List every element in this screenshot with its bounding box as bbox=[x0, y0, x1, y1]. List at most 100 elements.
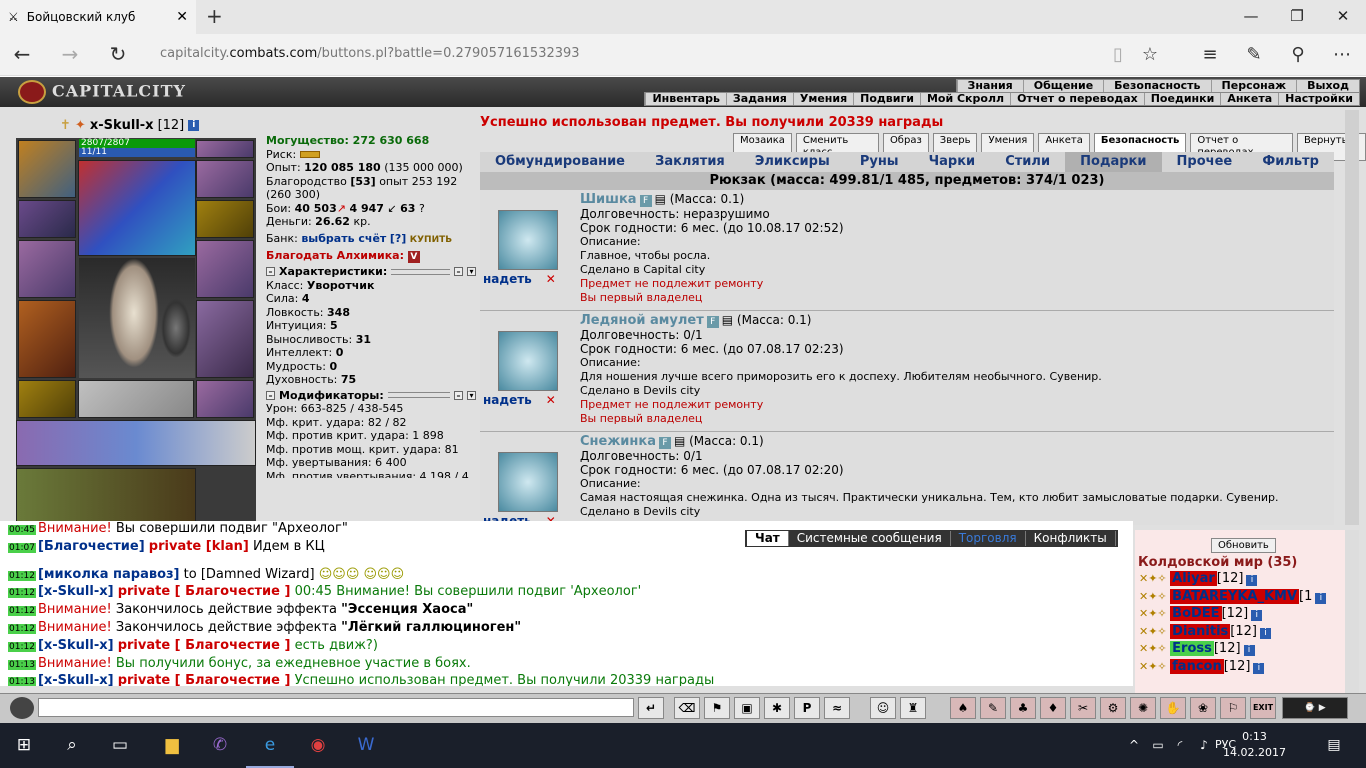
restore-icon[interactable]: ❐ bbox=[1274, 0, 1320, 34]
chat-private-tag[interactable]: private [ Благочестие ] bbox=[118, 584, 291, 599]
walk-icon[interactable]: ✱ bbox=[764, 697, 790, 719]
action-icon-1[interactable]: ♠ bbox=[950, 697, 976, 719]
chrome-icon[interactable]: ◉ bbox=[294, 723, 342, 768]
helmet-slot[interactable] bbox=[18, 140, 76, 198]
inventory-tab[interactable]: Чарки bbox=[914, 152, 991, 172]
forward-icon[interactable]: → bbox=[54, 38, 86, 70]
back-icon[interactable]: ← bbox=[6, 38, 38, 70]
belt-slot[interactable] bbox=[18, 380, 76, 418]
bank-link[interactable]: выбрать счёт bbox=[301, 232, 386, 245]
inventory-tab[interactable]: Стили bbox=[990, 152, 1065, 172]
user-info-icon[interactable]: i bbox=[1243, 645, 1255, 656]
speed-icon[interactable]: ≈ bbox=[824, 697, 850, 719]
site-logo[interactable]: CAPITALCITY bbox=[18, 80, 186, 104]
online-scrollbar[interactable] bbox=[1345, 530, 1359, 693]
character-avatar[interactable] bbox=[79, 258, 195, 378]
action-icon-2[interactable]: ✎ bbox=[980, 697, 1006, 719]
inventory-tab[interactable]: Руны bbox=[845, 152, 914, 172]
inventory-tab[interactable]: Подарки bbox=[1065, 152, 1162, 172]
close-tab-icon[interactable]: ✕ bbox=[176, 9, 188, 25]
helmet-icon[interactable]: ⚙ bbox=[1100, 697, 1126, 719]
chat-tab[interactable]: Системные сообщения bbox=[789, 531, 951, 546]
chat-private-tag[interactable]: private [ Благочестие ] bbox=[118, 673, 291, 686]
favorite-star-icon[interactable]: ☆ bbox=[1134, 40, 1166, 70]
legs-slot[interactable] bbox=[196, 300, 254, 378]
chat-author[interactable]: Внимание! bbox=[38, 620, 112, 635]
bag-slots[interactable] bbox=[16, 468, 196, 526]
file-explorer-icon[interactable]: ▆ bbox=[148, 723, 196, 768]
task-view-icon[interactable]: ▭ bbox=[96, 723, 144, 768]
send-icon[interactable]: ↵ bbox=[638, 697, 664, 719]
boots-slot[interactable] bbox=[196, 380, 254, 418]
drop-icon[interactable]: ✕ bbox=[546, 272, 556, 286]
menu-item-bottom[interactable]: Умения bbox=[792, 93, 853, 105]
menu-item-top[interactable]: Безопасность bbox=[1103, 80, 1210, 92]
filter-icon[interactable]: ⚑ bbox=[704, 697, 730, 719]
item-image[interactable] bbox=[498, 452, 558, 512]
chest-icon[interactable]: ♦ bbox=[1040, 697, 1066, 719]
refresh-icon[interactable]: ↻ bbox=[102, 38, 134, 70]
url-field[interactable]: capitalcity.combats.com/buttons.pl?battl… bbox=[160, 46, 580, 61]
viber-icon[interactable]: ✆ bbox=[196, 723, 244, 768]
smile-icon[interactable]: ☺ bbox=[870, 697, 896, 719]
item-name[interactable]: Шишка bbox=[580, 192, 637, 207]
exit-icon[interactable]: EXIT bbox=[1250, 697, 1276, 719]
user-info-icon[interactable]: i bbox=[1246, 575, 1258, 586]
scroll-icon[interactable]: ✂ bbox=[1070, 697, 1096, 719]
drop-icon[interactable]: ✕ bbox=[546, 393, 556, 407]
menu-item-bottom[interactable]: Отчет о переводах bbox=[1010, 93, 1144, 105]
pause-icon[interactable]: P bbox=[794, 697, 820, 719]
more-icon[interactable]: ⋯ bbox=[1326, 40, 1358, 70]
reading-view-icon[interactable]: ▯ bbox=[1102, 40, 1134, 70]
pet-cat[interactable] bbox=[161, 298, 191, 358]
info-icon[interactable]: i bbox=[188, 120, 200, 131]
item-name[interactable]: Ледяной амулет bbox=[580, 313, 704, 328]
start-icon[interactable]: ⊞ bbox=[0, 723, 48, 768]
chat-author[interactable]: [Благочестие] bbox=[38, 539, 145, 554]
menu-item-bottom[interactable]: Инвентарь bbox=[645, 93, 725, 105]
gear-icon[interactable]: ✺ bbox=[1130, 697, 1156, 719]
item-image[interactable] bbox=[498, 331, 558, 391]
eraser-icon[interactable]: ⌫ bbox=[674, 697, 700, 719]
menu-item-top[interactable]: Знания bbox=[956, 80, 1023, 92]
browser-tab[interactable]: ⚔ Бойцовский клуб ✕ bbox=[0, 0, 196, 34]
chat-tab[interactable]: Чат bbox=[747, 531, 789, 546]
chat-author[interactable]: Внимание! bbox=[38, 602, 112, 617]
menu-item-bottom[interactable]: Мой Скролл bbox=[919, 93, 1010, 105]
new-tab-icon[interactable]: + bbox=[206, 4, 223, 28]
wear-link[interactable]: надеть bbox=[483, 393, 532, 407]
user-info-icon[interactable]: i bbox=[1259, 627, 1271, 639]
armor-slot[interactable] bbox=[18, 300, 76, 378]
chat-author[interactable]: [x-Skull-x] bbox=[38, 584, 114, 599]
inventory-scrollbar[interactable] bbox=[1345, 110, 1359, 525]
menu-item-top[interactable]: Выход bbox=[1296, 80, 1359, 92]
menu-item-top[interactable]: Персонаж bbox=[1210, 80, 1297, 92]
user-name[interactable]: fancon bbox=[1170, 658, 1224, 674]
close-window-icon[interactable]: ✕ bbox=[1320, 0, 1366, 34]
inventory-tab[interactable]: Эликсиры bbox=[740, 152, 845, 172]
bracer-slot[interactable] bbox=[18, 200, 76, 238]
characteristics-header[interactable]: – Характеристики: – ▾ bbox=[266, 265, 476, 279]
rings-runes-grid[interactable] bbox=[78, 160, 196, 256]
user-name[interactable]: BoDEE bbox=[1170, 606, 1222, 621]
paws-icon[interactable]: ❀ bbox=[1190, 697, 1216, 719]
user-name[interactable]: Aliyar bbox=[1170, 571, 1217, 586]
necklace-slot[interactable] bbox=[196, 160, 254, 198]
chat-input[interactable] bbox=[38, 698, 634, 717]
inventory-tab[interactable]: Прочее bbox=[1162, 152, 1248, 172]
user-info-icon[interactable]: i bbox=[1251, 610, 1263, 621]
user-name[interactable]: Eross bbox=[1170, 641, 1214, 656]
web-note-icon[interactable]: ✎ bbox=[1238, 40, 1270, 70]
bag-icon[interactable]: ♣ bbox=[1010, 697, 1036, 719]
inventory-tab[interactable]: Заклятия bbox=[640, 152, 740, 172]
chat-private-tag[interactable]: private [ Благочестие ] bbox=[118, 638, 291, 653]
notifications-icon[interactable]: ▤ bbox=[1310, 723, 1358, 768]
chat-author[interactable]: [x-Skull-x] bbox=[38, 673, 114, 686]
chat-author[interactable]: [миколка паравоз] bbox=[38, 567, 180, 582]
inventory-tab[interactable]: Обмундирование bbox=[480, 152, 640, 172]
share-icon[interactable]: ⚲ bbox=[1282, 40, 1314, 70]
mounted-items[interactable] bbox=[78, 380, 194, 418]
system-clock[interactable]: 0:13 14.02.2017 bbox=[1223, 729, 1286, 761]
fist-icon[interactable] bbox=[10, 697, 34, 719]
weapon-right-slot[interactable] bbox=[196, 240, 254, 298]
